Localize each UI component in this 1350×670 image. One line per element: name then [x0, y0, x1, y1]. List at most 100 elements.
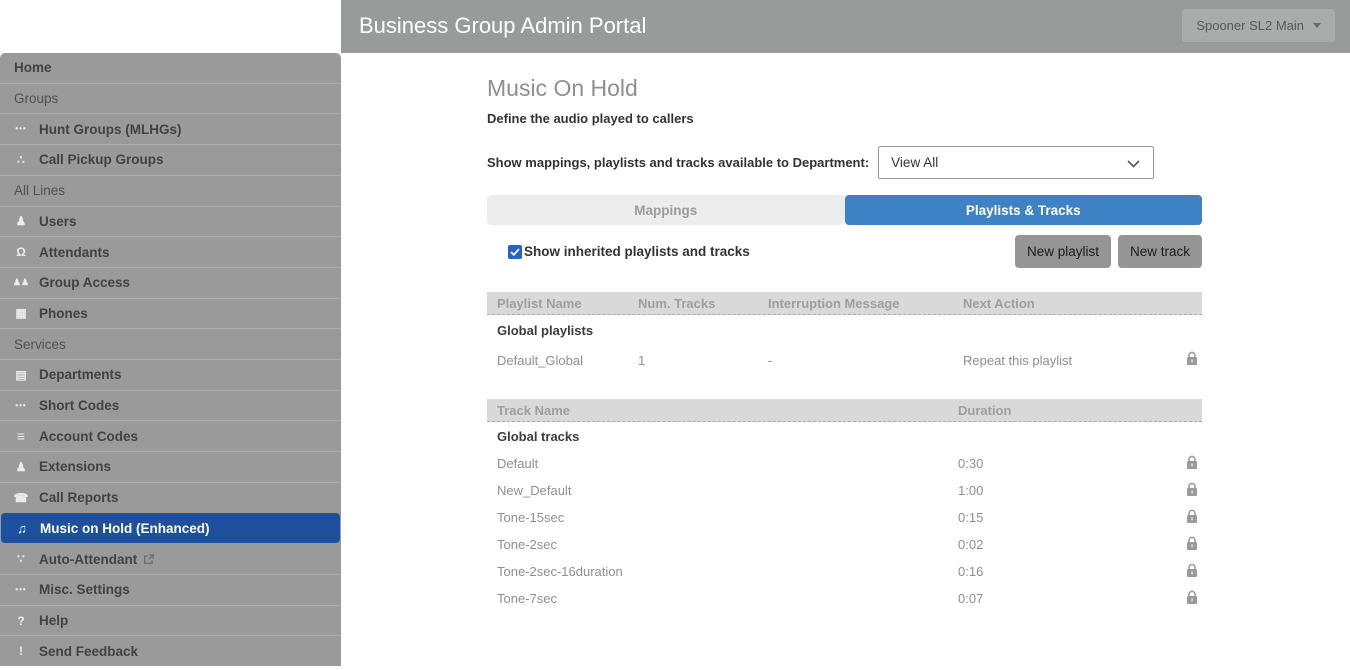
sidebar-item-label: Users	[39, 213, 77, 229]
sidebar-item-departments[interactable]: ▤ Departments	[0, 359, 341, 390]
sidebar-item-label: Account Codes	[39, 428, 139, 444]
sidebar-item-phones[interactable]: ▦ Phones	[0, 297, 341, 329]
lock-icon	[1186, 351, 1198, 369]
sidebar-item-label: Auto-Attendant	[39, 551, 138, 567]
playlists-table-header: Playlist Name Num. Tracks Interruption M…	[487, 292, 1202, 315]
misc-settings-icon: •••	[15, 584, 27, 594]
department-select-value: View All	[891, 155, 939, 170]
sidebar-item-group-access[interactable]: ♟♟ Group Access	[0, 266, 341, 298]
duration-cell: 0:30	[958, 456, 984, 471]
col-next-action: Next Action	[963, 295, 1035, 311]
sidebar-item-label: Group Access	[39, 275, 131, 291]
phones-icon: ▦	[15, 306, 27, 321]
sidebar-item-help[interactable]: ? Help	[0, 604, 341, 636]
inherited-checkbox-label: Show inherited playlists and tracks	[524, 244, 750, 259]
short-codes-icon: •••	[15, 400, 27, 410]
playlists-table: Playlist Name Num. Tracks Interruption M…	[487, 292, 1202, 375]
tab-mappings[interactable]: Mappings	[487, 195, 845, 225]
playlist-row[interactable]: Default_Global 1 - Repeat this playlist	[487, 345, 1202, 375]
sidebar-item-auto-attendant[interactable]: ∵ Auto-Attendant	[0, 543, 341, 574]
tracks-table: Track Name Duration Global tracks Defaul…	[487, 399, 1202, 612]
hunt-groups-icon: •••	[15, 124, 27, 134]
sidebar-item-users[interactable]: ♟ Users	[0, 205, 341, 237]
sidebar-item-label: Departments	[39, 367, 122, 383]
num-tracks-cell: 1	[638, 352, 646, 368]
tracks-table-header: Track Name Duration	[487, 399, 1202, 422]
track-row[interactable]: Tone-2sec-16duration 0:16	[487, 558, 1202, 585]
music-on-hold-icon: ♫	[17, 520, 27, 536]
col-num-tracks: Num. Tracks	[638, 295, 716, 311]
sidebar-nav: Home Groups ••• Hunt Groups (MLHGs) ∴ Call Pi…	[0, 53, 341, 666]
duration-cell: 0:07	[958, 591, 984, 606]
track-row[interactable]: Default 0:30	[487, 450, 1202, 477]
track-row[interactable]: New_Default 1:00	[487, 477, 1202, 504]
sidebar-item-call-reports[interactable]: ☎ Call Reports	[0, 481, 341, 513]
sidebar-item-label: Help	[39, 613, 69, 628]
duration-cell: 0:02	[958, 537, 984, 552]
duration-cell: 0:16	[958, 564, 984, 579]
sidebar-item-attendants[interactable]: Ω Attendants	[0, 236, 341, 267]
lock-icon	[1186, 455, 1198, 473]
sidebar-item-label: Misc. Settings	[39, 582, 130, 598]
call-reports-icon: ☎	[13, 490, 29, 505]
track-name-cell: Tone-2sec-16duration	[497, 564, 623, 579]
chevron-down-icon	[1127, 160, 1140, 168]
track-name-cell: New_Default	[497, 483, 572, 498]
tab-playlists-tracks[interactable]: Playlists & Tracks	[844, 195, 1202, 225]
inherited-checkbox[interactable]: Show inherited playlists and tracks	[508, 244, 750, 259]
help-icon: ?	[17, 613, 25, 628]
sidebar-item-label: Short Codes	[39, 398, 120, 414]
sidebar-item-label: Call Reports	[39, 490, 119, 506]
departments-icon: ▤	[15, 367, 27, 382]
new-track-button[interactable]: New track	[1117, 235, 1202, 268]
sidebar-item-call-pickup-groups[interactable]: ∴ Call Pickup Groups	[0, 144, 341, 175]
users-icon: ♟	[15, 214, 27, 229]
department-select[interactable]: View All	[878, 146, 1155, 179]
tracks-group-label: Global tracks	[497, 428, 580, 444]
sidebar-item-extensions[interactable]: ♟ Extensions	[0, 451, 341, 482]
sidebar-item-label: Send Feedback	[39, 643, 139, 659]
tracks-group-row: Global tracks	[487, 422, 1202, 450]
call-pickup-groups-icon: ∴	[17, 152, 25, 167]
group-access-icon: ♟♟	[12, 277, 30, 288]
sidebar-section-services: Services	[0, 328, 341, 359]
lock-icon	[1186, 536, 1198, 554]
department-filter-label: Show mappings, playlists and tracks avai…	[487, 155, 870, 170]
sidebar-item-send-feedback[interactable]: ! Send Feedback	[0, 635, 341, 666]
sidebar-item-hunt-groups-mlhgs[interactable]: ••• Hunt Groups (MLHGs)	[0, 113, 341, 144]
sidebar-section-groups: Groups	[0, 82, 341, 114]
new-playlist-button[interactable]: New playlist	[1014, 235, 1111, 268]
next-action-cell: Repeat this playlist	[963, 352, 1073, 368]
sidebar-item-label: Groups	[14, 91, 59, 107]
page-subtitle: Define the audio played to callers	[487, 111, 694, 126]
auto-attendant-icon: ∵	[17, 552, 25, 567]
sidebar-item-label: Phones	[39, 305, 88, 321]
playlists-group-label: Global playlists	[497, 322, 594, 338]
lock-icon	[1186, 509, 1198, 527]
checkbox-checked-icon	[508, 244, 522, 259]
lock-icon	[1186, 590, 1198, 608]
sidebar-item-misc-settings[interactable]: ••• Misc. Settings	[0, 573, 341, 605]
track-row[interactable]: Tone-15sec 0:15	[487, 504, 1202, 531]
main-content: Music On Hold Define the audio played to…	[341, 53, 1350, 670]
playlists-group-row: Global playlists	[487, 315, 1202, 345]
sidebar-item-account-codes[interactable]: ≡ Account Codes	[0, 420, 341, 451]
duration-cell: 1:00	[958, 483, 984, 498]
col-playlist-name: Playlist Name	[497, 295, 582, 311]
track-name-cell: Tone-2sec	[497, 537, 557, 552]
app-header: Business Group Admin Portal Spooner SL2 …	[341, 0, 1350, 53]
interruption-message-cell: -	[768, 352, 773, 368]
track-name-cell: Tone-15sec	[497, 510, 565, 525]
account-selector-button[interactable]: Spooner SL2 Main	[1182, 9, 1335, 42]
track-name-cell: Default	[497, 456, 539, 471]
playlist-name-cell: Default_Global	[497, 352, 583, 368]
sidebar-item-home[interactable]: Home	[0, 53, 341, 83]
lock-icon	[1186, 482, 1198, 500]
sidebar-item-label: Attendants	[39, 244, 110, 260]
track-row[interactable]: Tone-2sec 0:02	[487, 531, 1202, 558]
sidebar-item-short-codes[interactable]: ••• Short Codes	[0, 389, 341, 421]
sidebar-item-label: Music on Hold (Enhanced)	[40, 520, 210, 536]
sidebar-item-label: All Lines	[14, 183, 66, 199]
track-row[interactable]: Tone-7sec 0:07	[487, 585, 1202, 612]
sidebar-item-music-on-hold-enhanced[interactable]: ♫ Music on Hold (Enhanced)	[1, 512, 340, 544]
